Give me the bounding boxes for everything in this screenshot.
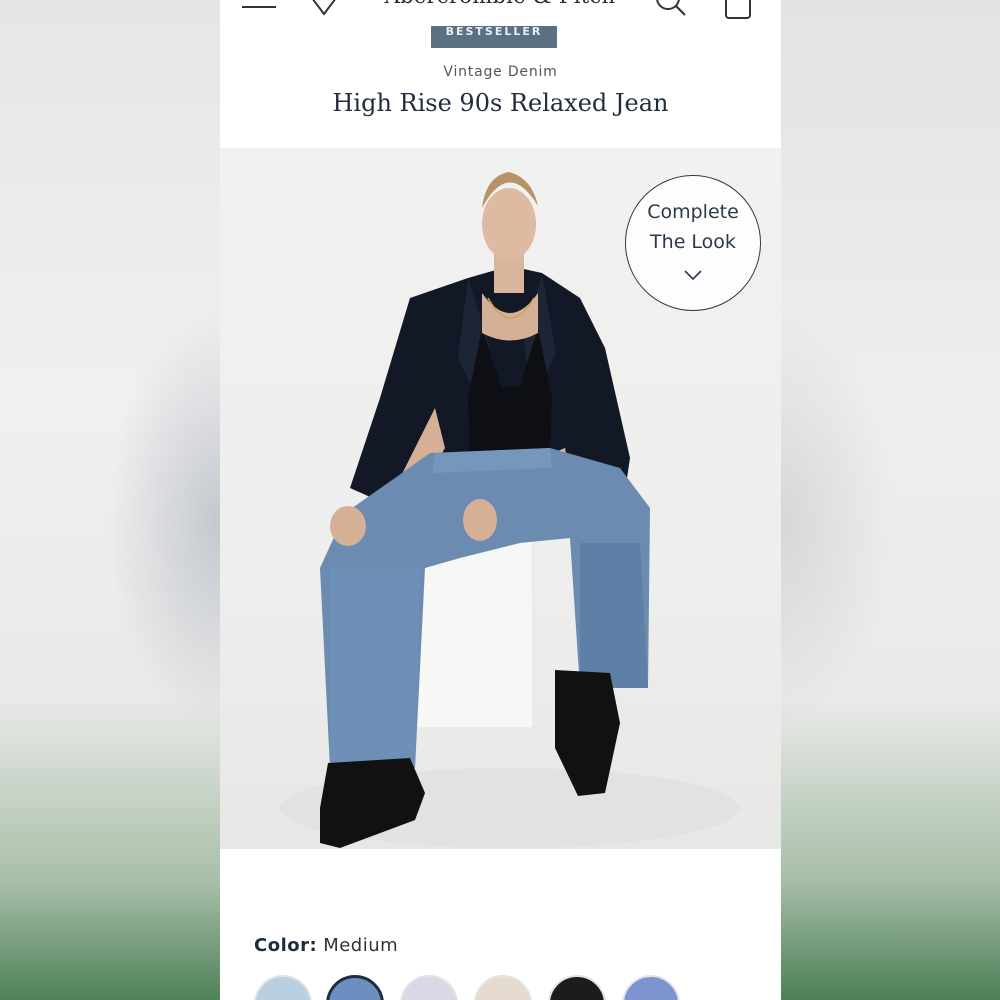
swatch-light-wash[interactable] [254,975,312,1000]
bestseller-badge: BESTSELLER [431,26,557,48]
swatch-black[interactable] [548,975,606,1000]
collection-label: Vintage Denim [443,64,558,80]
swatch-beige[interactable] [474,975,532,1000]
product-title: High Rise 90s Relaxed Jean [332,89,669,117]
top-nav: Abercrombie & Fitch [220,0,781,20]
product-image[interactable]: Complete The Look [220,148,781,849]
complete-the-look-button[interactable]: Complete The Look [625,175,761,311]
color-label: Color: [254,935,318,956]
complete-look-line2: The Look [650,231,736,253]
backdrop-left [0,0,220,1000]
color-selector-label: Color: Medium [254,935,398,956]
product-page: Abercrombie & Fitch BESTSELLER Vintage D… [220,0,781,1000]
backdrop-right [780,0,1000,1000]
menu-icon[interactable] [242,0,278,16]
heart-icon[interactable] [306,0,342,16]
chevron-down-icon [683,269,703,281]
swatch-lavender[interactable] [400,975,458,1000]
color-selected-value: Medium [323,935,399,956]
swatch-medium[interactable] [326,975,384,1000]
complete-look-line1: Complete [647,201,739,223]
swatch-blue[interactable] [622,975,680,1000]
bag-icon[interactable] [723,0,753,20]
color-swatches [254,975,774,1000]
brand-logo[interactable]: Abercrombie & Fitch [370,0,630,8]
search-icon[interactable] [654,0,690,20]
